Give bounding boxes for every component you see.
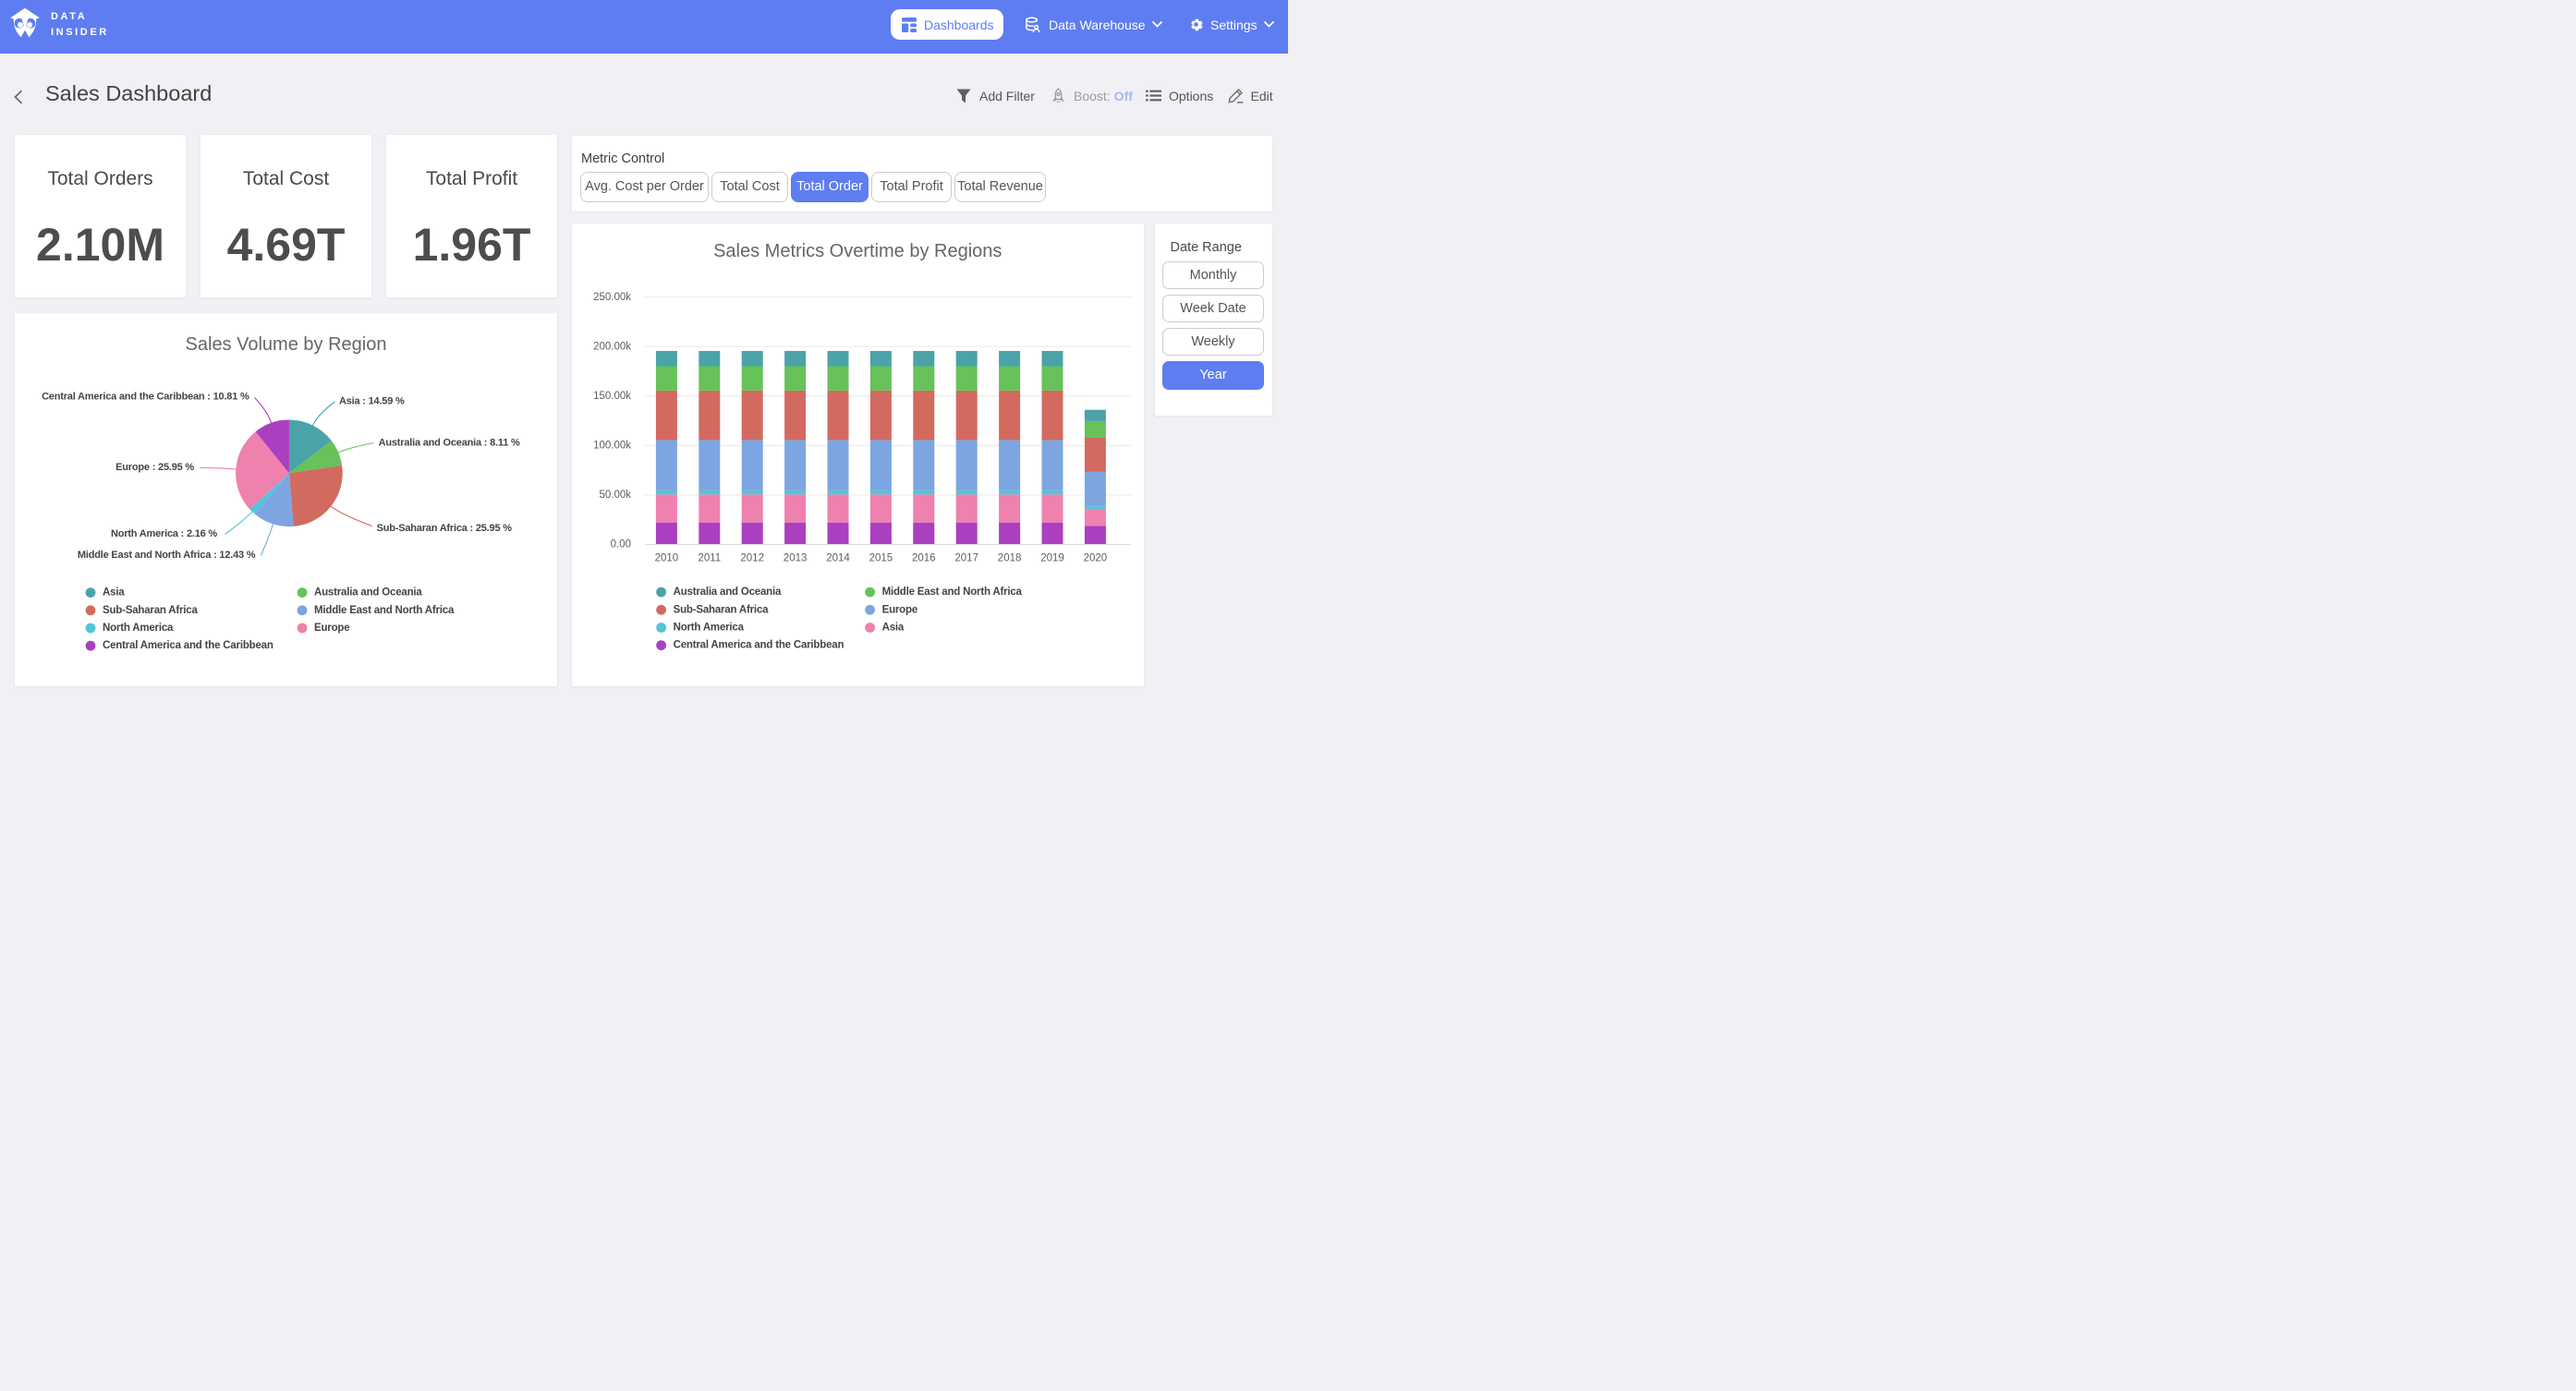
- svg-text:2018: 2018: [998, 553, 1022, 564]
- svg-text:100.00k: 100.00k: [593, 440, 631, 451]
- svg-text:Central America and the Caribb: Central America and the Caribbean: [674, 640, 844, 651]
- svg-text:Central America and the Caribb: Central America and the Caribbean : 10.8…: [42, 391, 249, 402]
- svg-text:2011: 2011: [698, 553, 721, 564]
- svg-text:Asia : 14.59 %: Asia : 14.59 %: [339, 395, 405, 406]
- svg-text:Middle East and North Africa: Middle East and North Africa: [314, 604, 455, 615]
- svg-text:50.00k: 50.00k: [599, 490, 631, 501]
- svg-text:North America : 2.16 %: North America : 2.16 %: [111, 528, 217, 539]
- svg-text:Australia and Oceania: Australia and Oceania: [314, 587, 422, 598]
- svg-text:2013: 2013: [784, 553, 808, 564]
- svg-text:North America: North America: [674, 623, 745, 634]
- svg-text:2020: 2020: [1084, 553, 1108, 564]
- svg-text:2019: 2019: [1040, 553, 1064, 564]
- svg-text:Middle East and North Africa :: Middle East and North Africa : 12.43 %: [78, 550, 256, 561]
- svg-text:Europe: Europe: [314, 623, 349, 634]
- svg-text:0.00: 0.00: [611, 539, 631, 550]
- svg-text:Central America and the Caribb: Central America and the Caribbean: [103, 640, 273, 651]
- svg-text:Sub-Saharan Africa: Sub-Saharan Africa: [103, 604, 199, 615]
- svg-text:Australia and Oceania: Australia and Oceania: [674, 587, 782, 598]
- svg-text:Asia: Asia: [882, 623, 905, 634]
- svg-text:250.00k: 250.00k: [593, 292, 631, 303]
- svg-text:2016: 2016: [912, 553, 936, 564]
- svg-text:2017: 2017: [954, 553, 978, 564]
- svg-text:Middle East and North Africa: Middle East and North Africa: [882, 587, 1023, 598]
- svg-text:Australia and Oceania : 8.11 %: Australia and Oceania : 8.11 %: [379, 437, 520, 448]
- svg-text:2015: 2015: [869, 553, 893, 564]
- svg-text:150.00k: 150.00k: [593, 391, 631, 402]
- svg-text:Asia: Asia: [103, 587, 125, 598]
- svg-text:Sub-Saharan Africa: Sub-Saharan Africa: [674, 604, 770, 615]
- svg-text:2014: 2014: [826, 553, 850, 564]
- svg-text:2012: 2012: [740, 553, 764, 564]
- svg-text:Europe: Europe: [882, 604, 917, 615]
- svg-text:200.00k: 200.00k: [593, 341, 631, 352]
- svg-text:Europe : 25.95 %: Europe : 25.95 %: [115, 462, 194, 473]
- svg-text:North America: North America: [103, 623, 174, 634]
- svg-text:Sub-Saharan Africa : 25.95 %: Sub-Saharan Africa : 25.95 %: [377, 522, 513, 533]
- svg-text:2010: 2010: [655, 553, 679, 564]
